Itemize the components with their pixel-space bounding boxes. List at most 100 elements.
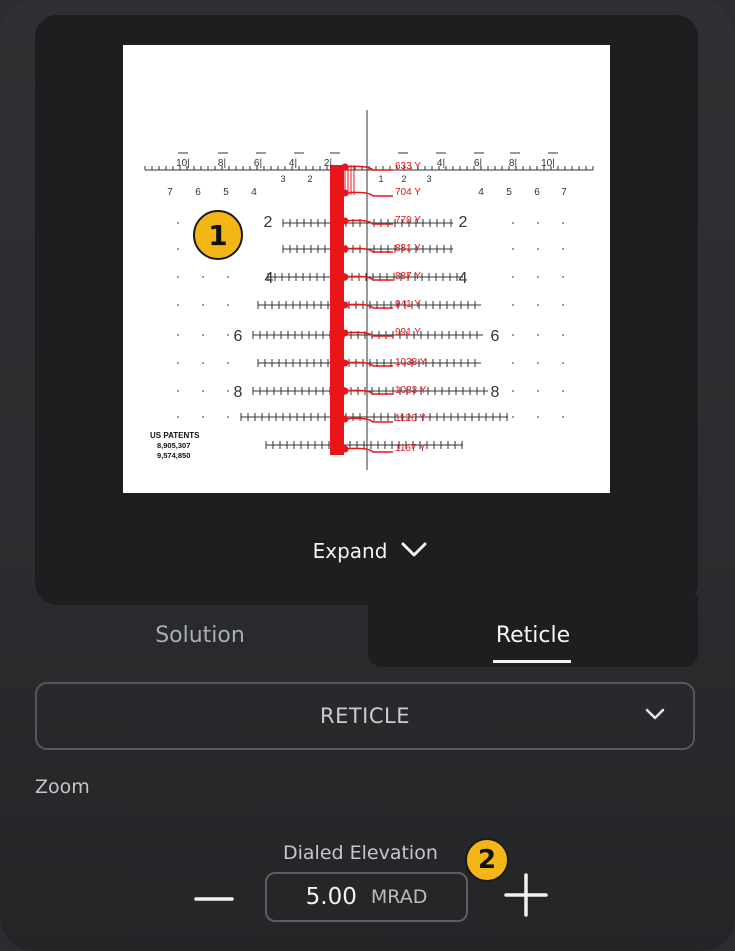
reticle-dot (202, 304, 204, 306)
patent-label: 8,905,307 (157, 441, 190, 450)
reticle-dot (177, 248, 179, 250)
holdover-line (344, 191, 393, 197)
reticle-dot (512, 276, 514, 278)
holdover-label: 831 Y (395, 243, 421, 254)
reticle-dot (512, 334, 514, 336)
reticle-dot (537, 248, 539, 250)
reticle-dot (537, 334, 539, 336)
reticle-dropdown[interactable]: RETICLE (35, 682, 695, 750)
active-tab-indicator (493, 660, 571, 663)
top-scale-label: 10| (176, 158, 190, 169)
reticle-dot (537, 222, 539, 224)
reticle-dot (177, 222, 179, 224)
dialed-elevation-label: Dialed Elevation (283, 842, 438, 864)
reticle-dot (512, 304, 514, 306)
chevron-down-icon (645, 706, 665, 725)
annotation-badge-1: 1 (193, 210, 243, 260)
reticle-diagram: 633 Y 704 Y 770 Y 831 Y 887 Y 941 Y 991 Y 1038 … (144, 110, 594, 470)
reticle-dot (537, 276, 539, 278)
reticle-dot (512, 416, 514, 418)
holdover-label: 1083 Y (395, 385, 427, 396)
holdover-label: 1126 Y (395, 413, 426, 424)
tab-reticle-label: Reticle (495, 622, 571, 648)
reticle-dot (512, 222, 514, 224)
second-row-label: 7 (561, 187, 567, 198)
patent-label: 9,574,850 (157, 451, 190, 460)
reticle-dot (562, 248, 564, 250)
reticle-dot (177, 416, 179, 418)
reticle-dot (227, 304, 229, 306)
reticle-dot (177, 334, 179, 336)
plus-icon (504, 873, 548, 917)
top-scale-label: 6| (254, 158, 262, 169)
reticle-dot (512, 390, 514, 392)
reticle-dot (562, 416, 564, 418)
tab-reticle[interactable]: Reticle (433, 615, 633, 655)
top-scale-label: 8| (509, 158, 517, 169)
reticle-dot (177, 390, 179, 392)
patent-label: US PATENTS (150, 431, 200, 440)
reticle-dot (562, 222, 564, 224)
row-number-right: 2 (459, 214, 468, 231)
row-number-right: 4 (459, 270, 468, 287)
dialed-elevation-unit: MRAD (370, 886, 428, 908)
expand-button[interactable]: Expand (300, 534, 440, 568)
row-number-right: 6 (491, 328, 500, 345)
minus-icon (194, 897, 234, 901)
tab-solution[interactable]: Solution (100, 615, 300, 655)
reticle-dropdown-value: RETICLE (319, 704, 410, 728)
reticle-dot (562, 362, 564, 364)
reticle-dot (227, 334, 229, 336)
second-row-label: 3 (280, 174, 285, 184)
top-scale-label: 4| (437, 158, 445, 169)
reticle-dot (562, 304, 564, 306)
row-number-left: 2 (264, 214, 273, 231)
second-row-label: 3 (426, 174, 431, 184)
reticle-dot (202, 276, 204, 278)
row-number-left: 6 (234, 328, 243, 345)
row-number-left: 8 (234, 384, 243, 401)
holdover-label: 941 Y (395, 299, 421, 310)
top-scale-label: 2| (324, 158, 332, 169)
reticle-dot (512, 248, 514, 250)
reticle-dot (562, 390, 564, 392)
holdover-line (344, 447, 393, 453)
second-row-label: 7 (167, 187, 173, 198)
reticle-dot (537, 390, 539, 392)
dialed-elevation-value: 5.00 (305, 884, 357, 910)
expand-label: Expand (312, 539, 388, 563)
top-scale-label: 6| (474, 158, 482, 169)
reticle-dot (537, 416, 539, 418)
holdover-label: 1038 Y (395, 357, 427, 368)
second-row-label: 4 (478, 187, 484, 198)
reticle-dot (177, 304, 179, 306)
reticle-dot (227, 362, 229, 364)
second-row-label: 6 (195, 187, 201, 198)
reticle-dot (537, 362, 539, 364)
zoom-label: Zoom (35, 776, 90, 798)
second-row-label: 2 (307, 174, 312, 184)
second-row-label: 5 (223, 187, 229, 198)
reticle-image: 633 Y 704 Y 770 Y 831 Y 887 Y 941 Y 991 Y 1038 … (123, 45, 610, 493)
annotation-badge-2: 2 (465, 838, 509, 882)
reticle-dot (202, 390, 204, 392)
dialed-elevation-field[interactable]: 5.00 MRAD (265, 872, 468, 922)
reticle-dot (177, 276, 179, 278)
top-scale-label: 4| (289, 158, 297, 169)
second-row-label: 6 (534, 187, 540, 198)
second-row-label: 5 (506, 187, 512, 198)
holdover-bar (330, 165, 344, 455)
reticle-dot (512, 362, 514, 364)
second-row-label: 2 (401, 174, 406, 184)
holdover-label: 1167 Y (395, 443, 426, 454)
reticle-dot (177, 362, 179, 364)
increase-elevation-button[interactable] (503, 872, 549, 918)
reticle-dot (202, 334, 204, 336)
holdover-label: 991 Y (395, 327, 421, 338)
reticle-dot (227, 276, 229, 278)
reticle-dot (227, 390, 229, 392)
second-row-label: 4 (251, 187, 257, 198)
tab-solution-label: Solution (155, 622, 245, 648)
decrease-elevation-button[interactable] (193, 878, 235, 920)
reticle-dot (202, 416, 204, 418)
